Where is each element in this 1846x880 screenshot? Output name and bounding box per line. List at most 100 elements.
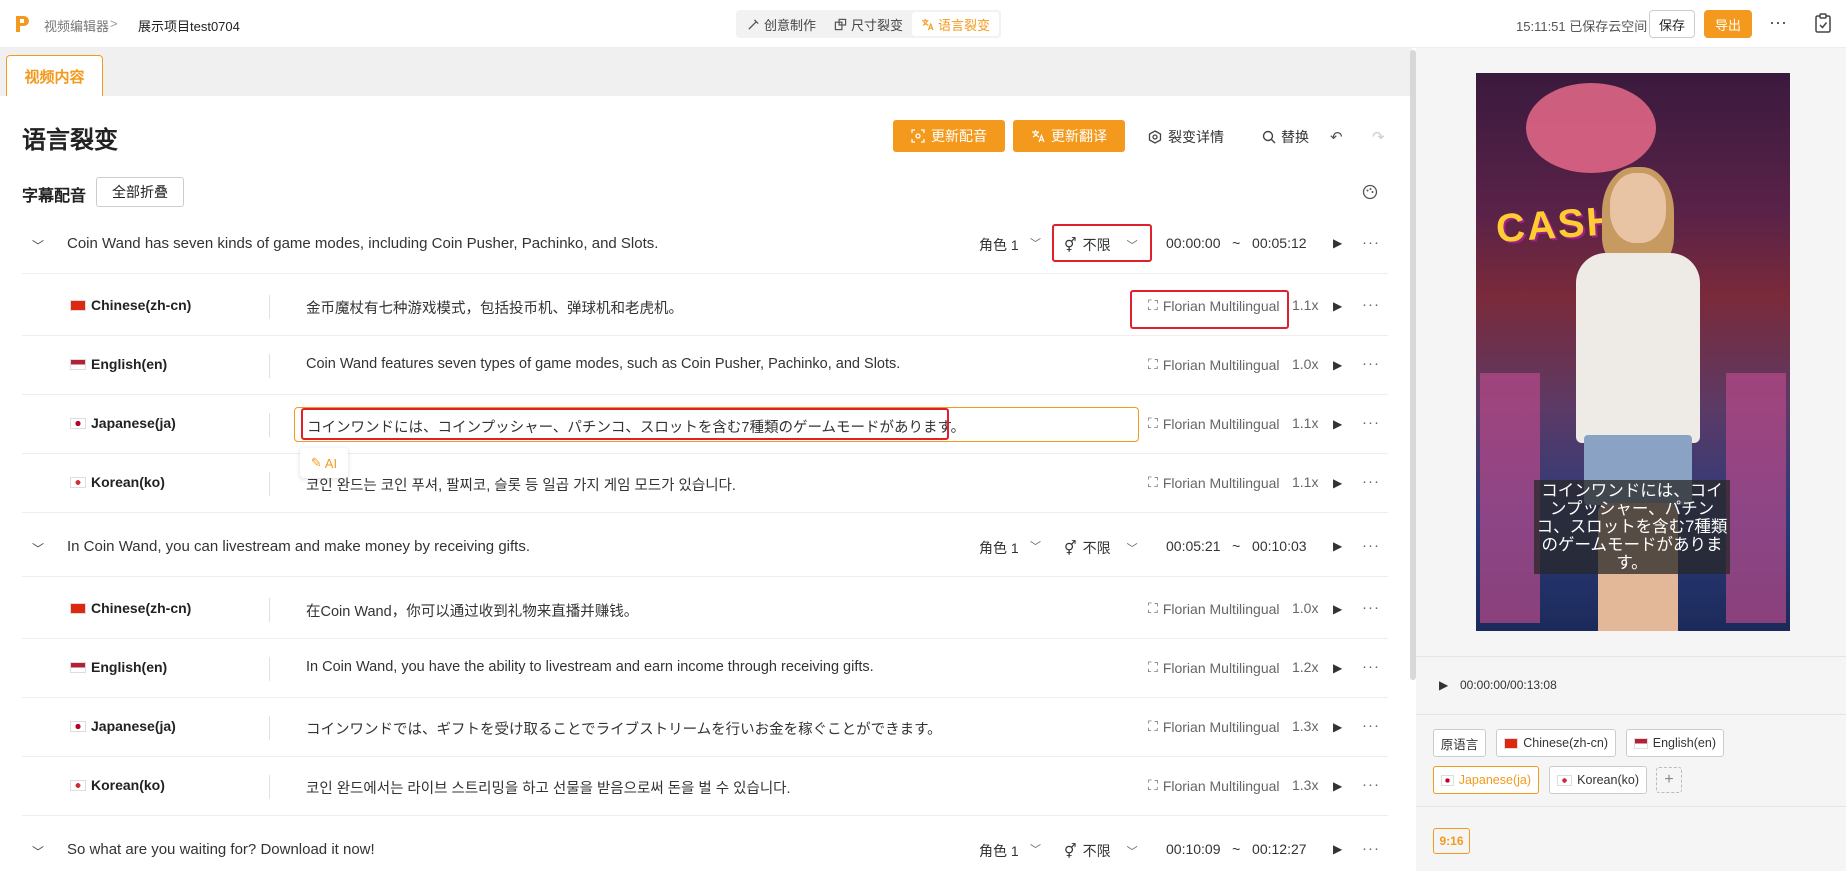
voice-select[interactable]: ⛶ Florian Multilingual <box>1148 659 1280 676</box>
replace-link[interactable]: 替换 <box>1262 127 1309 147</box>
play-icon[interactable]: ▶ <box>1333 720 1342 734</box>
lang-name: Japanese(ja) <box>70 415 176 431</box>
voice-select[interactable]: ⛶ Florian Multilingual <box>1148 777 1280 794</box>
segment-time: 00:05:21 ~ 00:10:03 <box>1166 538 1307 554</box>
play-icon[interactable]: ▶ <box>1439 678 1448 692</box>
split-detail-link[interactable]: 裂变详情 <box>1148 127 1224 147</box>
speed-value[interactable]: 1.0x <box>1292 356 1318 372</box>
more-icon[interactable]: ··· <box>1362 473 1380 490</box>
play-icon[interactable]: ▶ <box>1333 476 1342 490</box>
play-icon[interactable]: ▶ <box>1333 299 1342 313</box>
more-icon[interactable]: ··· <box>1362 234 1380 251</box>
more-icon[interactable]: ··· <box>1362 599 1380 616</box>
more-icon[interactable]: ··· <box>1362 658 1380 675</box>
role-select[interactable]: 角色 1 <box>979 538 1019 558</box>
lang-text[interactable]: In Coin Wand, you have the ability to li… <box>306 659 874 675</box>
segment-text[interactable]: Coin Wand has seven kinds of game modes,… <box>67 235 658 252</box>
chevron-down-icon[interactable]: ﹀ <box>32 843 44 860</box>
more-icon[interactable]: ··· <box>1362 355 1380 372</box>
save-button[interactable]: 保存 <box>1649 10 1695 38</box>
ai-rewrite-button[interactable]: ✎ AI <box>300 448 348 478</box>
voice-select[interactable]: ⛶ Florian Multilingual <box>1148 718 1280 735</box>
voice-icon: ⛶ <box>1148 718 1158 734</box>
speed-value[interactable]: 1.2x <box>1292 659 1318 675</box>
flag-kr-icon <box>70 780 86 791</box>
add-language-button[interactable]: + <box>1656 767 1682 793</box>
breadcrumb-separator: > <box>110 16 118 31</box>
tab-resize[interactable]: 尺寸裂变 <box>825 12 912 36</box>
lang-chip-ja[interactable]: Japanese(ja) <box>1433 766 1539 794</box>
voice-select[interactable]: ⛶ Florian Multilingual <box>1148 415 1280 432</box>
lang-text[interactable]: コインワンドでは、ギフトを受け取ることでライブストリームを行いお金を稼ぐことがで… <box>306 718 942 739</box>
tab-creative[interactable]: 创意制作 <box>738 12 825 36</box>
segment-row[interactable]: ﹀ So what are you waiting for? Download … <box>22 820 1388 880</box>
segment-text[interactable]: In Coin Wand, you can livestream and mak… <box>67 538 530 555</box>
chevron-down-icon[interactable]: ﹀ <box>1030 235 1041 251</box>
undo-icon[interactable]: ↶ <box>1330 128 1343 146</box>
more-icon[interactable]: ··· <box>1362 537 1380 554</box>
lang-name: Chinese(zh-cn) <box>70 297 191 313</box>
lang-chip-ko[interactable]: Korean(ko) <box>1549 766 1647 794</box>
speed-value[interactable]: 1.1x <box>1292 297 1318 313</box>
lang-row-ja: Japanese(ja) コインワンドでは、ギフトを受け取ることでライブストリー… <box>22 698 1388 757</box>
more-icon[interactable]: ··· <box>1362 840 1380 857</box>
segment-row[interactable]: ﹀ Coin Wand has seven kinds of game mode… <box>22 214 1388 274</box>
play-icon[interactable]: ▶ <box>1333 779 1342 793</box>
speed-value[interactable]: 1.0x <box>1292 600 1318 616</box>
video-slot-left <box>1480 373 1540 623</box>
lang-text[interactable]: 코인 완드는 코인 푸셔, 팔찌코, 슬롯 등 일곱 가지 게임 모드가 있습니… <box>306 474 736 495</box>
more-menu-icon[interactable]: ··· <box>1769 12 1787 33</box>
play-icon[interactable]: ▶ <box>1333 539 1342 553</box>
collapse-all-button[interactable]: 全部折叠 <box>96 177 184 207</box>
segment-row[interactable]: ﹀ In Coin Wand, you can livestream and m… <box>22 517 1388 577</box>
speed-value[interactable]: 1.3x <box>1292 718 1318 734</box>
voice-select[interactable]: ⛶ Florian Multilingual <box>1148 600 1280 617</box>
lang-chip-zh[interactable]: Chinese(zh-cn) <box>1496 729 1616 757</box>
role-select[interactable]: 角色 1 <box>979 235 1019 255</box>
gender-select[interactable]: ⚥ 不限 ﹀ <box>1052 534 1148 562</box>
play-icon[interactable]: ▶ <box>1333 417 1342 431</box>
lang-chip-en[interactable]: English(en) <box>1626 729 1724 757</box>
gender-select[interactable]: ⚥ 不限 ﹀ <box>1052 837 1148 865</box>
chevron-down-icon[interactable]: ﹀ <box>32 540 44 557</box>
more-icon[interactable]: ··· <box>1362 414 1380 431</box>
lang-text[interactable]: 코인 완드에서는 라이브 스트리밍을 하고 선물을 받음으로써 돈을 벌 수 있… <box>306 777 791 798</box>
play-icon[interactable]: ▶ <box>1333 602 1342 616</box>
speed-value[interactable]: 1.3x <box>1292 777 1318 793</box>
chevron-down-icon[interactable]: ﹀ <box>32 237 44 254</box>
more-icon[interactable]: ··· <box>1362 776 1380 793</box>
play-icon[interactable]: ▶ <box>1333 358 1342 372</box>
voice-select[interactable]: ⛶ Florian Multilingual <box>1148 474 1280 491</box>
export-button[interactable]: 导出 <box>1704 10 1752 38</box>
speed-value[interactable]: 1.1x <box>1292 415 1318 431</box>
breadcrumb-video-editor[interactable]: 视频编辑器 <box>44 16 109 35</box>
play-icon[interactable]: ▶ <box>1333 236 1342 250</box>
update-dub-button[interactable]: 更新配音 <box>893 120 1005 152</box>
update-translate-button[interactable]: 更新翻译 <box>1013 120 1125 152</box>
lang-text[interactable]: Coin Wand features seven types of game m… <box>306 356 900 372</box>
clipboard-icon[interactable] <box>1814 13 1832 33</box>
chevron-down-icon: ﹀ <box>1126 846 1138 858</box>
aspect-ratio-button[interactable]: 9:16 <box>1433 828 1470 854</box>
gender-value: 不限 <box>1082 843 1111 859</box>
role-select[interactable]: 角色 1 <box>979 841 1019 861</box>
lang-text[interactable]: 在Coin Wand，你可以通过收到礼物来直播并赚钱。 <box>306 600 638 621</box>
palette-icon[interactable] <box>1362 184 1378 200</box>
more-icon[interactable]: ··· <box>1362 717 1380 734</box>
redo-icon[interactable]: ↷ <box>1372 128 1385 146</box>
chevron-down-icon[interactable]: ﹀ <box>1030 538 1041 554</box>
speed-value[interactable]: 1.1x <box>1292 474 1318 490</box>
play-icon[interactable]: ▶ <box>1333 661 1342 675</box>
lang-chip-original[interactable]: 原语言 <box>1433 729 1486 757</box>
more-icon[interactable]: ··· <box>1362 296 1380 313</box>
voice-select[interactable]: ⛶ Florian Multilingual <box>1148 356 1280 373</box>
app-logo-icon[interactable] <box>14 14 30 34</box>
chevron-down-icon[interactable]: ﹀ <box>1030 841 1041 857</box>
segment-text[interactable]: So what are you waiting for? Download it… <box>67 841 375 858</box>
tab-video-content[interactable]: 视频内容 <box>6 55 103 96</box>
tab-language[interactable]: 语言裂变 <box>912 12 1000 36</box>
replace-label: 替换 <box>1281 129 1309 145</box>
lang-row-zh: Chinese(zh-cn) 在Coin Wand，你可以通过收到礼物来直播并赚… <box>22 580 1388 639</box>
play-icon[interactable]: ▶ <box>1333 842 1342 856</box>
lang-text[interactable]: 金币魔杖有七种游戏模式，包括投币机、弹球机和老虎机。 <box>306 297 683 318</box>
